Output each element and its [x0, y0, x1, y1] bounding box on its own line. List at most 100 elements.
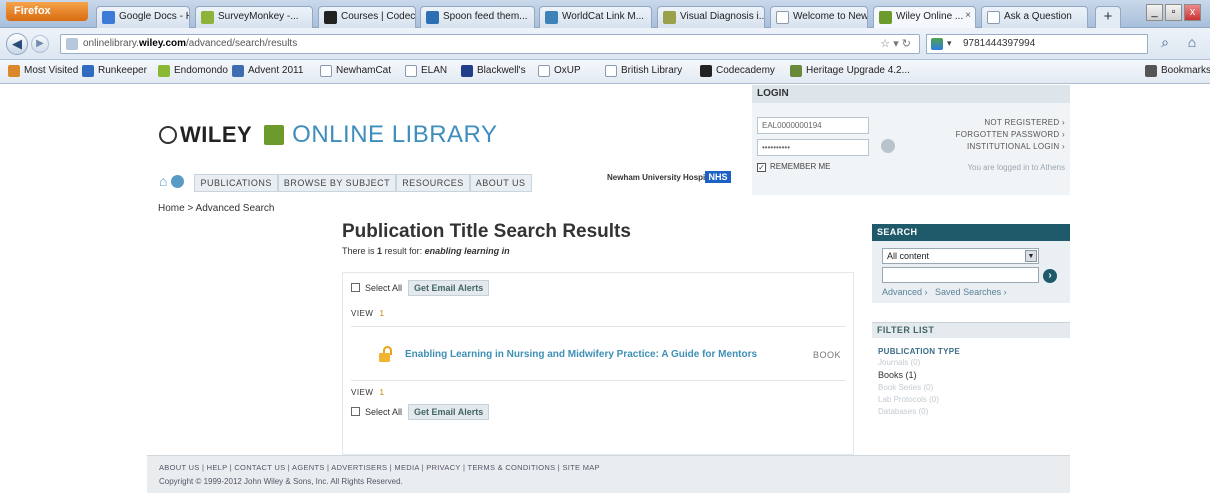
view-count-bottom: VIEW 1 — [351, 388, 385, 397]
page-content: WILEY ONLINE LIBRARY ⌂ PUBLICATIONS BROWSE … — [147, 85, 1070, 493]
web-search-box[interactable]: ▾ 9781444397994 — [926, 34, 1148, 54]
engine-dropdown-icon[interactable]: ▾ — [947, 38, 952, 49]
tab-label: SurveyMonkey -... — [218, 11, 299, 22]
bookmarks-menu[interactable]: Bookmarks — [1145, 65, 1210, 77]
institutional-login-link[interactable]: INSTITUTIONAL LOGIN › — [956, 141, 1065, 153]
tab-label: WorldCat Link M... — [562, 11, 645, 22]
reload-icon[interactable]: ↻ — [902, 38, 911, 50]
wiley-logo[interactable]: WILEY ONLINE LIBRARY — [159, 121, 497, 149]
select-all-row-top: Select All Get Email Alerts — [351, 280, 490, 296]
help-icon[interactable] — [171, 175, 185, 188]
result-title-link[interactable]: Enabling Learning in Nursing and Midwife… — [405, 349, 765, 360]
footer-link[interactable]: SITE MAP — [562, 463, 599, 472]
filter-option: Lab Protocols (0) — [878, 395, 939, 404]
tab-bar: Firefox Google Docs - Ho... SurveyMonkey … — [0, 0, 1210, 28]
browser-tab[interactable]: Spoon feed them... — [420, 6, 535, 28]
bookmark-item[interactable]: British Library — [605, 65, 682, 77]
nav-about-us[interactable]: ABOUT US — [469, 174, 532, 192]
firefox-menu-button[interactable]: Firefox — [6, 2, 88, 21]
forward-button[interactable]: ▶ — [31, 35, 49, 53]
new-tab-button[interactable]: + — [1095, 6, 1121, 28]
tab-favicon-icon — [545, 11, 558, 24]
institution-name: Newham University Hospital — [607, 173, 715, 182]
advanced-search-link[interactable]: Advanced › — [882, 287, 928, 297]
footer-link[interactable]: CONTACT US — [234, 463, 285, 472]
footer-link[interactable]: ABOUT US — [159, 463, 200, 472]
browser-tab[interactable]: Visual Diagnosis i... — [657, 6, 765, 28]
footer-link[interactable]: ADVERTISERS — [331, 463, 387, 472]
bookmark-item[interactable]: OxUP — [538, 65, 581, 77]
close-window-button[interactable]: x — [1184, 4, 1201, 21]
bookmark-icon — [700, 65, 712, 77]
select-all-checkbox[interactable] — [351, 283, 360, 292]
remember-me[interactable]: ✓ REMEMBER ME — [757, 162, 830, 172]
breadcrumb-home[interactable]: Home — [158, 203, 185, 214]
search-scope-select[interactable]: All content ▼ — [882, 248, 1039, 264]
bookmark-icon — [320, 65, 332, 77]
tab-label: Wiley Online ... — [896, 11, 964, 22]
browser-tab[interactable]: WorldCat Link M... — [539, 6, 652, 28]
username-field[interactable]: EAL0000000194 — [757, 117, 869, 134]
browser-tab[interactable]: Welcome to New... — [770, 6, 868, 28]
nav-browse-by-subject[interactable]: BROWSE BY SUBJECT — [277, 174, 397, 192]
dropdown-icon[interactable]: ▾ — [893, 38, 899, 50]
footer-link[interactable]: PRIVACY — [426, 463, 460, 472]
browser-tab[interactable]: Google Docs - Ho... — [96, 6, 190, 28]
chevron-down-icon[interactable]: ▼ — [1025, 250, 1037, 262]
bookmark-item[interactable]: Advent 2011 — [232, 65, 303, 77]
browser-tab[interactable]: SurveyMonkey -... — [195, 6, 313, 28]
home-icon[interactable]: ⌂ — [1181, 34, 1203, 54]
footer-link[interactable]: TERMS & CONDITIONS — [468, 463, 556, 472]
close-tab-icon[interactable]: × — [965, 10, 971, 21]
remember-me-checkbox[interactable]: ✓ — [757, 163, 766, 172]
site-identity-icon[interactable] — [66, 38, 78, 50]
footer-link[interactable]: MEDIA — [394, 463, 419, 472]
bookmark-item[interactable]: Runkeeper — [82, 65, 147, 77]
filter-option[interactable]: Books (1) — [878, 370, 917, 380]
not-registered-link[interactable]: NOT REGISTERED › — [956, 117, 1065, 129]
back-button[interactable]: ◀ — [6, 33, 28, 55]
search-input[interactable] — [882, 267, 1039, 283]
email-alerts-button[interactable]: Get Email Alerts — [408, 404, 490, 420]
bookmark-item[interactable]: Endomondo — [158, 65, 228, 77]
email-alerts-button[interactable]: Get Email Alerts — [408, 280, 490, 296]
footer-link[interactable]: HELP — [207, 463, 228, 472]
search-icon[interactable]: ⌕ — [1154, 34, 1176, 54]
bookmark-item[interactable]: Codecademy — [700, 65, 775, 77]
bookmark-item[interactable]: NewhamCat — [320, 65, 391, 77]
bookmark-icon — [82, 65, 94, 77]
bookmark-item[interactable]: Blackwell's — [461, 65, 526, 77]
home-icon[interactable]: ⌂ — [159, 173, 167, 189]
select-all-checkbox[interactable] — [351, 407, 360, 416]
footer-link[interactable]: AGENTS — [292, 463, 325, 472]
saved-searches-link[interactable]: Saved Searches › — [935, 287, 1007, 297]
filter-header: FILTER LIST — [872, 322, 1070, 338]
breadcrumb-current[interactable]: Advanced Search — [196, 203, 275, 214]
tab-favicon-icon — [426, 11, 439, 24]
login-submit-button[interactable] — [881, 139, 895, 153]
browser-tab[interactable]: Wiley Online ... × — [873, 6, 976, 28]
url-domain: wiley.com — [138, 38, 187, 49]
tab-label: Visual Diagnosis i... — [680, 11, 765, 22]
browser-tab[interactable]: Courses | Codec... — [318, 6, 416, 28]
divider — [351, 380, 846, 381]
browser-tab[interactable]: Ask a Question — [981, 6, 1088, 28]
forgotten-password-link[interactable]: FORGOTTEN PASSWORD › — [956, 129, 1065, 141]
search-go-button[interactable]: › — [1043, 269, 1057, 283]
bookmark-item[interactable]: Most Visited — [8, 65, 78, 77]
nav-publications[interactable]: PUBLICATIONS — [194, 174, 278, 192]
nav-resources[interactable]: RESOURCES — [396, 174, 470, 192]
tab-label: Spoon feed them... — [443, 11, 528, 22]
maximize-button[interactable]: ▫ — [1165, 4, 1182, 21]
bookmark-item[interactable]: ELAN — [405, 65, 447, 77]
bookmark-icon — [158, 65, 170, 77]
bookmark-star-icon[interactable]: ☆ — [880, 38, 890, 50]
password-field[interactable]: •••••••••• — [757, 139, 869, 156]
minimize-button[interactable]: _ — [1146, 4, 1163, 21]
url-bar[interactable]: onlinelibrary.wiley.com/advanced/search/… — [60, 34, 920, 54]
search-engine-icon[interactable] — [931, 38, 943, 50]
tab-favicon-icon — [663, 11, 676, 24]
bookmark-item[interactable]: Heritage Upgrade 4.2... — [790, 65, 910, 77]
tab-label: Ask a Question — [1004, 11, 1072, 22]
url-path: /advanced/search/results — [186, 38, 298, 49]
